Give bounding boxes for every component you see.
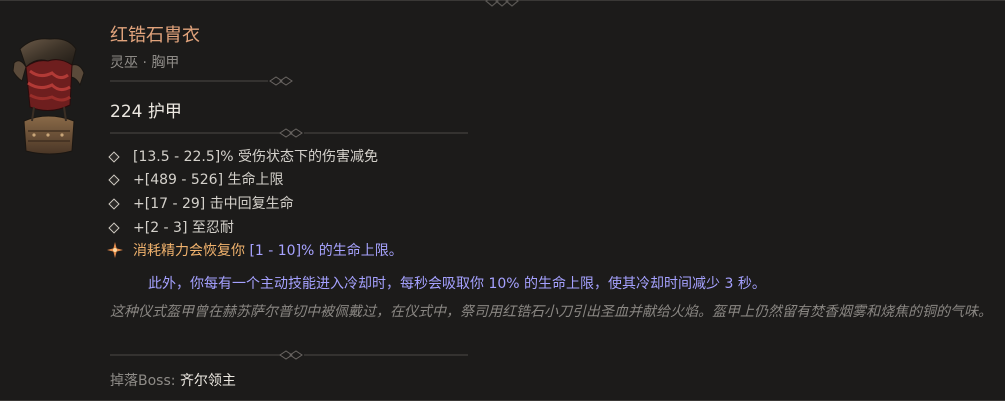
legendary-extra-text: 此外，你每有一个主动技能进入冷却时，每秒会吸取你 10% 的生命上限，使其冷却时… [148, 276, 766, 292]
legendary-star-icon [107, 242, 123, 258]
drop-label: 掉落Boss: [110, 373, 176, 389]
affix-text: +[489 - 526] 生命上限 [133, 172, 284, 188]
drop-boss-name: 齐尔领主 [179, 373, 236, 389]
divider-line [110, 76, 293, 86]
diamond-bullet-icon [108, 151, 120, 163]
flavor-text: 这种仪式盔甲曾在赫苏萨尔普切中被佩戴过，在仪式中，祭司用红锆石小刀引出圣血并献给… [110, 304, 992, 320]
legendary-affix-text: 消耗精力会恢复你 [1 - 10]% 的生命上限。 [133, 241, 403, 261]
armor-value: 224 护甲 [110, 102, 182, 122]
diamond-bullet-icon [108, 174, 120, 186]
divider-line [110, 128, 468, 138]
affix-text: +[2 - 3] 至忍耐 [133, 220, 234, 236]
legendary-range: [1 - 10]% 的生命上限。 [249, 243, 403, 259]
diamond-bullet-icon [108, 198, 120, 210]
affix-text: +[17 - 29] 击中回复生命 [133, 196, 294, 212]
chest-armor-icon [12, 38, 85, 155]
drop-source: 掉落Boss: 齐尔领主 [110, 370, 236, 390]
item-name: 红锆石胄衣 [110, 25, 200, 46]
affix-text: [13.5 - 22.5]% 受伤状态下的伤害减免 [133, 149, 378, 165]
divider-line [110, 350, 468, 360]
item-type-line: 灵巫 · 胸甲 [110, 55, 180, 71]
item-tooltip: 红锆石胄衣 灵巫 · 胸甲 224 护甲 [13.5 - 22.5]% 受伤状态… [0, 0, 1005, 401]
diamond-bullet-icon [108, 222, 120, 234]
legendary-text: 消耗精力会恢复你 [133, 243, 245, 259]
top-ornament-icon [485, 0, 519, 7]
